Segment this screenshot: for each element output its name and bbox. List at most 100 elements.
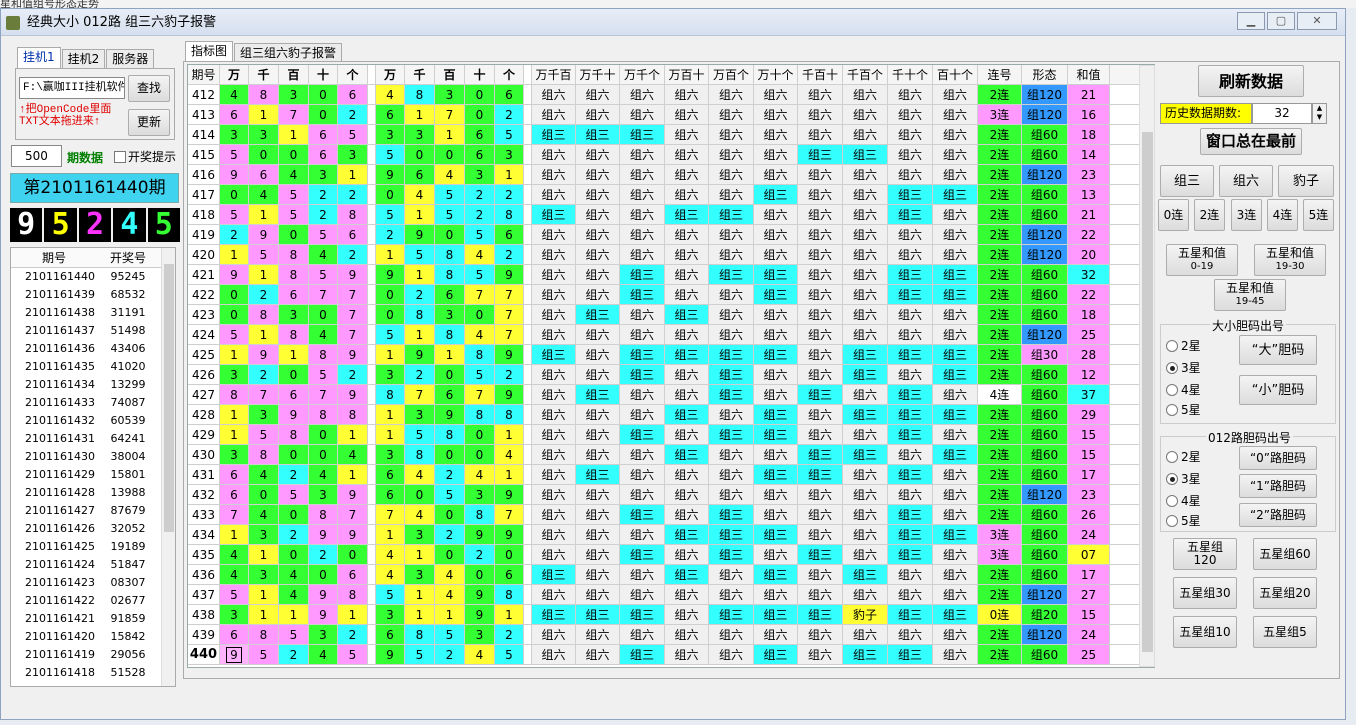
road-star-5-radio[interactable]: 5星: [1166, 512, 1201, 529]
zu120-button[interactable]: 五星组120: [1173, 538, 1237, 570]
history-row[interactable]: 2101161429 15801: [11, 466, 175, 484]
lian-2-button[interactable]: 2连: [1194, 199, 1225, 231]
history-row[interactable]: 2101161436 43406: [11, 340, 175, 358]
history-row[interactable]: 2101161432 60539: [11, 412, 175, 430]
zu3-button[interactable]: 组三: [1160, 165, 1214, 197]
grid-row[interactable]: 434 1 3 2 9 9 1 3 2 9 9 组六 组六 组六 组三 组三 组三 组六 组六 组三 组三 3连 组60 24: [188, 525, 1154, 545]
bs-star-3-radio[interactable]: 3星: [1166, 359, 1201, 376]
zu10-button[interactable]: 五星组10: [1173, 616, 1237, 648]
history-row[interactable]: 2101161438 31191: [11, 304, 175, 322]
radio-dot[interactable]: [1166, 339, 1178, 352]
bs-star-4-radio[interactable]: 4星: [1166, 381, 1201, 398]
tab-zu-alarm[interactable]: 组三组六豹子报警: [234, 43, 343, 63]
history-row[interactable]: 210116141704522: [11, 682, 175, 686]
sum-19-45-button[interactable]: 五星和值 19-45: [1214, 279, 1286, 311]
grid-row[interactable]: 412 4 8 3 0 6 4 8 3 0 6 组六 组六 组六 组六 组六 组六 组六 组六 组六 组六 2连 组120 2…: [188, 85, 1154, 105]
grid-row[interactable]: 423 0 8 3 0 7 0 8 3 0 7 组六 组三 组六 组三 组六 组六 组六 组六 组六 组六 2连 组60 18: [188, 305, 1154, 325]
minimize-button[interactable]: ▁: [1237, 12, 1265, 30]
history-row[interactable]: 2101161433 74087: [11, 394, 175, 412]
history-periods-spinner[interactable]: ▲ ▼: [1312, 103, 1327, 124]
grid-row[interactable]: 439 6 8 5 3 2 6 8 5 3 2 组六 组六 组六 组六 组六 组六 组六 组六 组六 组六 2连 组120 2…: [188, 625, 1154, 645]
history-row[interactable]: 2101161440 95245: [11, 268, 175, 286]
period-count-input[interactable]: 500: [11, 145, 62, 167]
radio-dot[interactable]: [1166, 494, 1178, 507]
history-row[interactable]: 2101161418 51528: [11, 664, 175, 682]
road-2-button[interactable]: “2”路胆码: [1239, 503, 1317, 527]
grid-row[interactable]: 424 5 1 8 4 7 5 1 8 4 7 组六 组六 组六 组六 组六 组六 组六 组六 组六 组六 2连 组120 2…: [188, 325, 1154, 345]
small-dan-button[interactable]: “小”胆码: [1239, 375, 1317, 405]
radio-dot[interactable]: [1166, 472, 1178, 485]
grid-row[interactable]: 422 0 2 6 7 7 0 2 6 7 7 组六 组六 组三 组六 组六 组三 组六 组六 组三 组三 2连 组60 22: [188, 285, 1154, 305]
grid-row[interactable]: 437 5 1 4 9 8 5 1 4 9 8 组六 组六 组六 组六 组六 组六 组六 组六 组六 组六 2连 组120 2…: [188, 585, 1154, 605]
history-row[interactable]: 2101161424 51847: [11, 556, 175, 574]
history-row[interactable]: 2101161430 38004: [11, 448, 175, 466]
grid-row[interactable]: 414 3 3 1 6 5 3 3 1 6 5 组三 组三 组三 组六 组六 组六 组六 组六 组六 组六 2连 组60 18: [188, 125, 1154, 145]
refresh-data-button[interactable]: 刷新数据: [1198, 65, 1304, 97]
grid-row[interactable]: 435 4 1 0 2 0 4 1 0 2 0 组六 组六 组三 组六 组三 组六 组三 组六 组三 组六 3连 组60 07: [188, 545, 1154, 565]
history-row[interactable]: 2101161420 15842: [11, 628, 175, 646]
zu5-button[interactable]: 五星组5: [1253, 616, 1317, 648]
zu30-button[interactable]: 五星组30: [1173, 577, 1237, 609]
grid-row[interactable]: 425 1 9 1 8 9 1 9 1 8 9 组三 组六 组三 组三 组三 组三 组六 组三 组三 组三 2连 组30 28: [188, 345, 1154, 365]
lian-4-button[interactable]: 4连: [1267, 199, 1298, 231]
radio-dot[interactable]: [1166, 450, 1178, 463]
radio-dot[interactable]: [1166, 403, 1178, 416]
road-star-4-radio[interactable]: 4星: [1166, 492, 1201, 509]
sum-0-19-button[interactable]: 五星和值 0-19: [1166, 244, 1238, 276]
grid-row[interactable]: 413 6 1 7 0 2 6 1 7 0 2 组六 组六 组六 组六 组六 组六 组六 组六 组六 组六 3连 组120 1…: [188, 105, 1154, 125]
grid-row[interactable]: 433 7 4 0 8 7 7 4 0 8 7 组六 组六 组三 组六 组三 组六 组六 组六 组三 组六 2连 组60 26: [188, 505, 1154, 525]
grid-row[interactable]: 416 9 6 4 3 1 9 6 4 3 1 组六 组六 组六 组六 组六 组六 组六 组六 组六 组六 2连 组120 2…: [188, 165, 1154, 185]
grid-row[interactable]: 426 3 2 0 5 2 3 2 0 5 2 组六 组六 组三 组六 组三 组六 组六 组三 组六 组三 2连 组60 12: [188, 365, 1154, 385]
history-row[interactable]: 2101161439 68532: [11, 286, 175, 304]
grid-row[interactable]: 438 3 1 1 9 1 3 1 1 9 1 组三 组三 组三 组六 组三 组三 组三 豹子 组三 组三 0连 组20 15: [188, 605, 1154, 625]
grid-row[interactable]: 418 5 1 5 2 8 5 1 5 2 8 组三 组六 组六 组三 组三 组六 组六 组六 组三 组六 2连 组60 21: [188, 205, 1154, 225]
history-row[interactable]: 2101161422 02677: [11, 592, 175, 610]
radio-dot[interactable]: [1166, 361, 1178, 374]
baozi-button[interactable]: 豹子: [1278, 165, 1334, 197]
road-star-3-radio[interactable]: 3星: [1166, 470, 1201, 487]
history-row[interactable]: 2101161431 64241: [11, 430, 175, 448]
checkbox-box[interactable]: [114, 150, 126, 163]
history-row[interactable]: 2101161428 13988: [11, 484, 175, 502]
tab-server[interactable]: 服务器: [106, 49, 155, 69]
tab-guaji1[interactable]: 挂机1: [17, 47, 61, 69]
tab-guaji2[interactable]: 挂机2: [61, 49, 106, 69]
bs-star-2-radio[interactable]: 2星: [1166, 337, 1201, 354]
history-row[interactable]: 2101161426 32052: [11, 520, 175, 538]
grid-row[interactable]: 429 1 5 8 0 1 1 5 8 0 1 组六 组六 组三 组六 组三 组三 组六 组六 组三 组六 2连 组60 15: [188, 425, 1154, 445]
lottery-prompt-checkbox[interactable]: 开奖提示: [114, 148, 176, 165]
zu60-button[interactable]: 五星组60: [1253, 538, 1317, 570]
history-row[interactable]: 2101161427 87679: [11, 502, 175, 520]
road-0-button[interactable]: “0”路胆码: [1239, 446, 1317, 470]
history-scroll-thumb[interactable]: [164, 264, 174, 532]
find-button[interactable]: 查找: [128, 75, 170, 102]
grid-row[interactable]: 440 9 5 2 4 5 9 5 2 4 5 组六 组六 组三 组六 组六 组三 组六 组三 组三 组六 2连 组60 25: [188, 645, 1154, 665]
grid-scroll-thumb[interactable]: [1142, 132, 1153, 652]
grid-row[interactable]: 421 9 1 8 5 9 9 1 8 5 9 组六 组六 组三 组六 组三 组三 组六 组六 组三 组三 2连 组60 32: [188, 265, 1154, 285]
history-row[interactable]: 2101161419 29056: [11, 646, 175, 664]
radio-dot[interactable]: [1166, 383, 1178, 396]
grid-row[interactable]: 436 4 3 4 0 6 4 3 4 0 6 组三 组六 组六 组三 组六 组三 组六 组三 组六 组六 2连 组60 17: [188, 565, 1154, 585]
lian-0-button[interactable]: 0连: [1158, 199, 1189, 231]
grid-scrollbar[interactable]: [1139, 65, 1155, 667]
grid-row[interactable]: 417 0 4 5 2 2 0 4 5 2 2 组六 组六 组六 组六 组六 组三 组六 组六 组三 组三 2连 组60 13: [188, 185, 1154, 205]
update-button[interactable]: 更新: [128, 109, 170, 136]
history-row[interactable]: 2101161421 91859: [11, 610, 175, 628]
history-row[interactable]: 2101161437 51498: [11, 322, 175, 340]
big-dan-button[interactable]: “大”胆码: [1239, 335, 1317, 365]
lian-5-button[interactable]: 5连: [1303, 199, 1334, 231]
close-button[interactable]: ✕: [1297, 12, 1337, 30]
grid-row[interactable]: 427 8 7 6 7 9 8 7 6 7 9 组六 组三 组六 组六 组三 组六 组三 组六 组三 组六 4连 组60 37: [188, 385, 1154, 405]
bs-star-5-radio[interactable]: 5星: [1166, 401, 1201, 418]
grid-row[interactable]: 428 1 3 9 8 8 1 3 9 8 8 组六 组六 组六 组三 组六 组三 组六 组三 组三 组三 2连 组60 29: [188, 405, 1154, 425]
history-row[interactable]: 2101161434 13299: [11, 376, 175, 394]
grid-row[interactable]: 415 5 0 0 6 3 5 0 0 6 3 组六 组六 组六 组六 组六 组六 组三 组三 组六 组六 2连 组60 14: [188, 145, 1154, 165]
lian-3-button[interactable]: 3连: [1231, 199, 1262, 231]
always-on-top-button[interactable]: 窗口总在最前: [1200, 128, 1302, 155]
road-1-button[interactable]: “1”路胆码: [1239, 474, 1317, 498]
tab-indicator-chart[interactable]: 指标图: [185, 41, 234, 63]
history-scrollbar[interactable]: [161, 248, 175, 686]
history-row[interactable]: 2101161423 08307: [11, 574, 175, 592]
grid-row[interactable]: 431 6 4 2 4 1 6 4 2 4 1 组六 组三 组六 组六 组六 组三 组三 组六 组三 组六 2连 组60 17: [188, 465, 1154, 485]
grid-row[interactable]: 430 3 8 0 0 4 3 8 0 0 4 组六 组六 组六 组三 组六 组六 组三 组三 组六 组三 2连 组60 15: [188, 445, 1154, 465]
